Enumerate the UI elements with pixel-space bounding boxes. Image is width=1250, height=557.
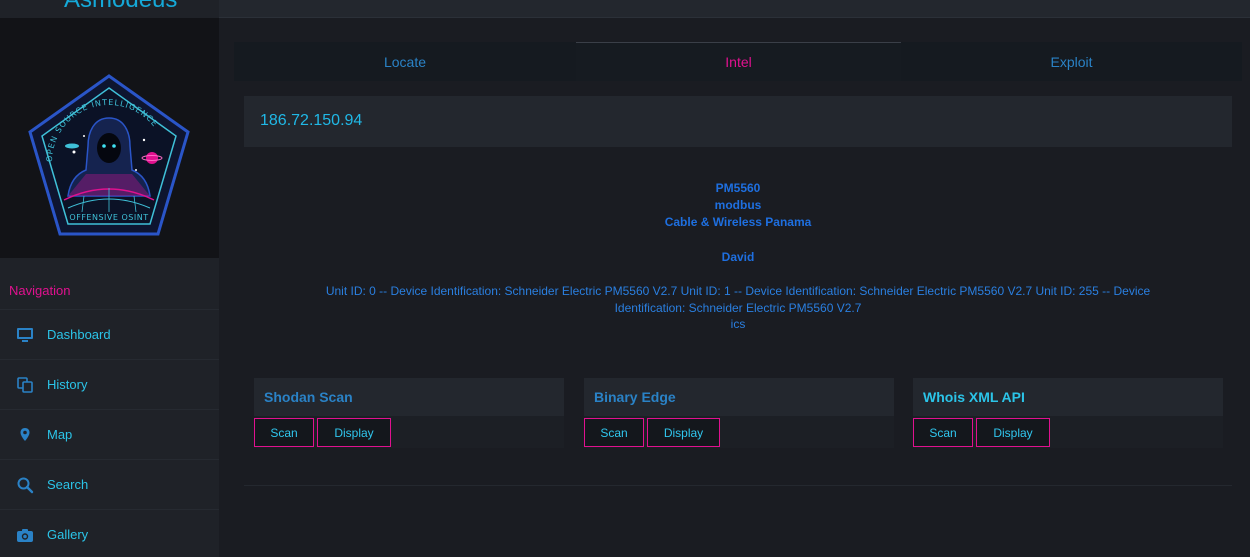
whois-scan-button[interactable]: Scan (913, 418, 973, 447)
intel-banner: Unit ID: 0 -- Device Identification: Sch… (325, 284, 1151, 315)
intel-tags: ics (730, 317, 746, 331)
sidebar-item-map[interactable]: Map (0, 409, 219, 459)
panel-binary-edge: Binary Edge (584, 378, 894, 416)
logo-panel: OPEN SOURCE INTELLIGENCE OFFENSIVE OSINT (0, 18, 219, 258)
osint-logo: OPEN SOURCE INTELLIGENCE OFFENSIVE OSINT (28, 74, 190, 236)
whois-display-button[interactable]: Display (976, 418, 1050, 447)
camera-icon (17, 529, 33, 542)
target-ip-bar: 186.72.150.94 (244, 96, 1232, 147)
shodan-scan-button[interactable]: Scan (254, 418, 314, 447)
target-ip: 186.72.150.94 (260, 112, 363, 129)
panel-whois-xml-api: Whois XML API (913, 378, 1223, 416)
sidebar-item-label: Dashboard (47, 327, 111, 342)
panel-title: Whois XML API (923, 389, 1025, 405)
intel-product: PM5560 (715, 181, 761, 195)
sidebar-item-dashboard[interactable]: Dashboard (0, 309, 219, 359)
brand-title[interactable]: Asmodeus (64, 0, 177, 14)
copy-icon (17, 377, 33, 393)
sidebar-item-label: Gallery (47, 527, 89, 542)
panel-shodan-scan: Shodan Scan (254, 378, 564, 416)
sidebar-item-history[interactable]: History (0, 359, 219, 409)
tab-bar: Locate Intel Exploit (234, 42, 1242, 81)
sidebar-item-label: Search (47, 477, 89, 492)
panel-title: Binary Edge (594, 389, 676, 405)
monitor-icon (17, 328, 33, 342)
logo-bottom-text: OFFENSIVE OSINT (69, 213, 148, 222)
binary-edge-display-button[interactable]: Display (647, 418, 720, 447)
map-pin-icon (20, 428, 30, 441)
binary-edge-scan-button[interactable]: Scan (584, 418, 644, 447)
intel-owner: David (721, 250, 755, 264)
sidebar-item-label: Map (47, 427, 73, 442)
sidebar-item-search[interactable]: Search (0, 459, 219, 509)
sidebar: Asmodeus OPEN SOURCE INTELLIGENCE (0, 0, 219, 557)
topbar (219, 0, 1250, 18)
intel-protocol: modbus (714, 198, 762, 212)
sidebar-item-gallery[interactable]: Gallery (0, 509, 219, 557)
search-icon (17, 477, 34, 494)
tab-exploit[interactable]: Exploit (901, 42, 1242, 81)
panel-title: Shodan Scan (264, 389, 353, 405)
navigation-heading: Navigation (9, 283, 71, 298)
sidebar-item-label: History (47, 377, 88, 392)
intel-isp: Cable & Wireless Panama (664, 215, 812, 229)
tab-intel[interactable]: Intel (576, 42, 901, 81)
tab-locate[interactable]: Locate (234, 42, 576, 81)
shodan-display-button[interactable]: Display (317, 418, 391, 447)
brand: Asmodeus (0, 0, 219, 18)
